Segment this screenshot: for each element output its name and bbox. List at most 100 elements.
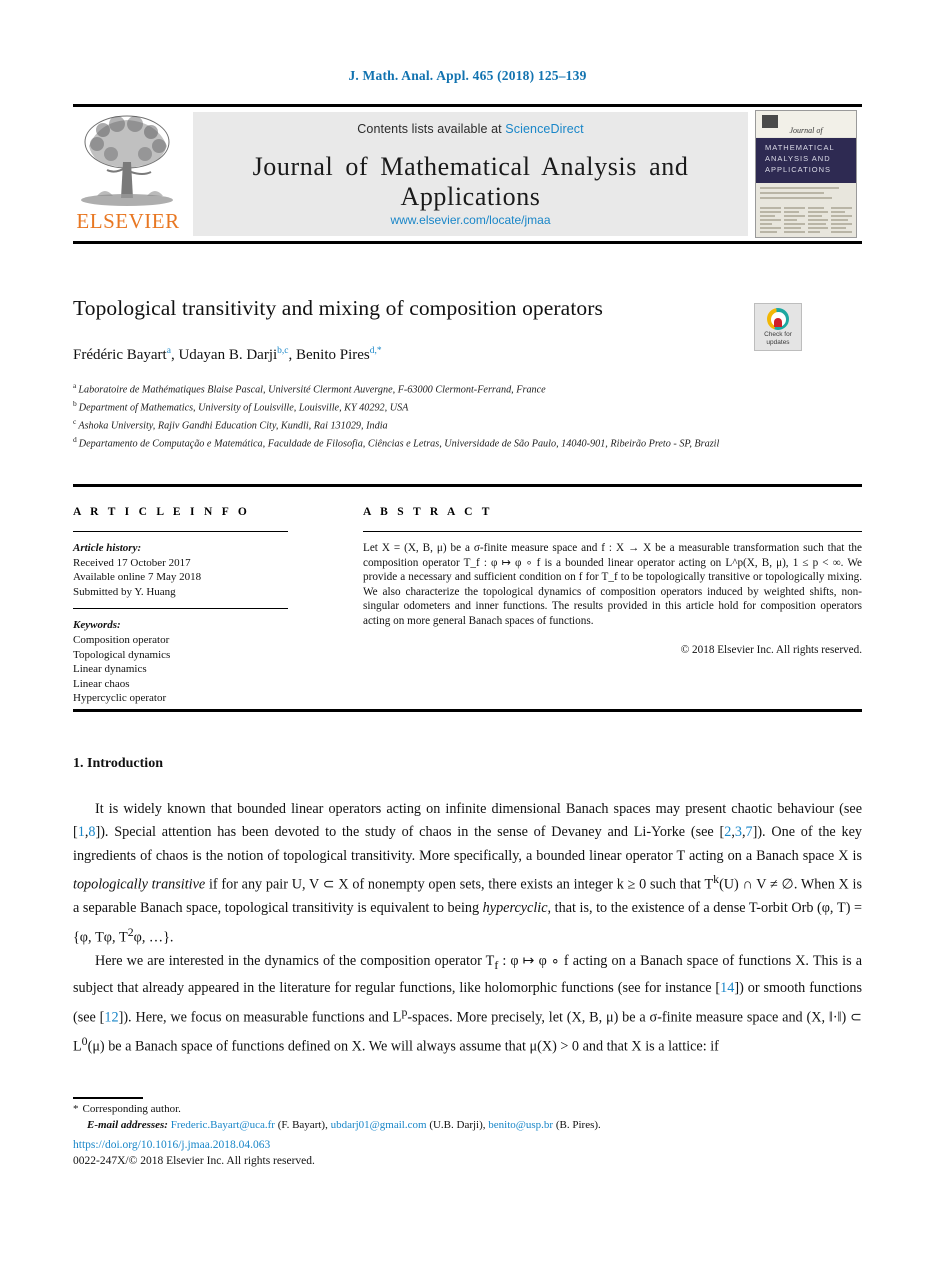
author-2-name: Udayan B. Darji xyxy=(178,347,278,363)
paragraph-1: It is widely known that bounded linear o… xyxy=(73,798,862,950)
author-2-marks[interactable]: b,c xyxy=(277,346,288,356)
running-head: J. Math. Anal. Appl. 465 (2018) 125–139 xyxy=(348,68,587,83)
p1-part-4: ]). Special attention has been devoted t… xyxy=(95,824,725,841)
cover-top: Journal of xyxy=(756,111,856,137)
abstract-rule-bottom xyxy=(73,709,862,712)
elsevier-wordmark: ELSEVIER xyxy=(76,209,180,233)
citation-ref-14[interactable]: 14 xyxy=(720,980,734,996)
section-heading-introduction: 1. Introduction xyxy=(73,756,163,771)
article-info-column: Article history: Received 17 October 201… xyxy=(73,541,288,706)
elsevier-logo: ELSEVIER xyxy=(73,110,183,238)
keywords-label: Keywords: xyxy=(73,619,121,632)
keyword-item: Topological dynamics xyxy=(73,648,171,661)
p1-emph-hypercyclic: hypercyclic xyxy=(482,900,548,917)
email-link-bayart[interactable]: Frederic.Bayart@uca.fr xyxy=(171,1119,275,1131)
author-list: Frédéric Bayarta, Udayan B. Darjib,c, Be… xyxy=(73,346,382,363)
p1-part-18: φ, …}. xyxy=(133,929,174,946)
section-body: It is widely known that bounded linear o… xyxy=(73,798,862,1059)
affiliation-item: d Departamento de Computação e Matemática… xyxy=(73,433,853,451)
email-owner-darji: (U.B. Darji) xyxy=(429,1119,483,1131)
page-title: Topological transitivity and mixing of c… xyxy=(73,296,603,320)
abstract-body: Let X = (X, B, μ) be a σ-finite measure … xyxy=(363,541,862,657)
crossmark-ring-icon xyxy=(767,308,789,330)
abstract-rule xyxy=(363,531,862,532)
contents-prefix: Contents lists available at xyxy=(357,122,506,136)
p1-emph-topologically-transitive: topologically transitive xyxy=(73,876,206,893)
crossmark-label: Check for updates xyxy=(755,331,801,347)
p1-part-12: if for any pair U, V ⊂ X of nonempty ope… xyxy=(205,876,714,893)
citation-ref-12[interactable]: 12 xyxy=(104,1009,118,1025)
article-history-item: Submitted by Y. Huang xyxy=(73,585,176,598)
footnote-rule xyxy=(73,1097,143,1099)
p2-part-0: Here we are interested in the dynamics o… xyxy=(95,952,495,969)
abstract-copyright: © 2018 Elsevier Inc. All rights reserved… xyxy=(680,643,862,656)
cover-journal-of: Journal of xyxy=(789,126,823,135)
p2-part-10: (μ) be a Banach space of functions defin… xyxy=(87,1038,719,1055)
crossmark-label-line-1: Check for xyxy=(764,331,792,338)
article-info-heading: A R T I C L E I N F O xyxy=(73,506,251,518)
article-history-item: Available online 7 May 2018 xyxy=(73,571,202,584)
affiliation-list: a Laboratoire de Mathématiques Blaise Pas… xyxy=(73,379,853,451)
keyword-item: Linear chaos xyxy=(73,677,130,690)
crossmark-red-shape xyxy=(774,317,782,327)
affiliation-label: d xyxy=(73,434,77,444)
email-owner-pires: (B. Pires) xyxy=(555,1119,599,1131)
email-link-pires[interactable]: benito@usp.br xyxy=(488,1119,553,1131)
article-history-label: Article history: xyxy=(73,542,142,554)
crossmark-inner xyxy=(770,311,786,327)
affiliation-label: b xyxy=(73,398,77,408)
citation-ref-1[interactable]: 1 xyxy=(78,824,85,840)
paper-page: J. Math. Anal. Appl. 465 (2018) 125–139 xyxy=(0,0,935,1266)
email-owner-bayart: (F. Bayart) xyxy=(277,1119,326,1131)
journal-header: ELSEVIER Contents lists available at Sci… xyxy=(73,110,862,238)
author-1: Frédéric Bayarta xyxy=(73,346,171,363)
affiliation-label: c xyxy=(73,416,77,426)
author-3: Benito Piresd,* xyxy=(296,346,382,363)
info-rule xyxy=(73,531,288,532)
paragraph-2: Here we are interested in the dynamics o… xyxy=(73,950,862,1059)
journal-url-link[interactable]: www.elsevier.com/locate/jmaa xyxy=(193,213,748,227)
affiliation-text: Department of Mathematics, University of… xyxy=(78,402,409,414)
affiliation-label: a xyxy=(73,381,77,390)
corresponding-author-note: * Corresponding author. xyxy=(73,1101,862,1117)
keyword-item: Linear dynamics xyxy=(73,663,147,676)
contents-line: Contents lists available at ScienceDirec… xyxy=(193,122,748,136)
cover-title-band: MATHEMATICAL ANALYSIS AND APPLICATIONS xyxy=(756,138,856,183)
abstract-text: Let X = (X, B, μ) be a σ-finite measure … xyxy=(363,542,862,627)
email-link-darji[interactable]: ubdarj01@gmail.com xyxy=(331,1119,427,1131)
abstract-heading: A B S T R A C T xyxy=(363,506,493,518)
email-addresses-label: E-mail addresses: xyxy=(87,1119,168,1131)
journal-cover-thumbnail: Journal of MATHEMATICAL ANALYSIS AND APP… xyxy=(755,110,857,238)
keyword-item: Composition operator xyxy=(73,633,170,646)
corresponding-author-star: * xyxy=(73,1103,79,1115)
p2-part-6: ]). Here, we focus on measurable functio… xyxy=(118,1009,402,1026)
author-1-marks[interactable]: a xyxy=(167,346,171,356)
author-2: Udayan B. Darjib,c xyxy=(178,346,288,363)
citation-ref-7[interactable]: 7 xyxy=(746,824,753,840)
cover-toc-columns xyxy=(760,207,852,237)
journal-title: Journal of Mathematical Analysis and App… xyxy=(252,152,689,211)
affiliation-text: Laboratoire de Mathématiques Blaise Pasc… xyxy=(78,384,546,396)
author-3-name: Benito Pires xyxy=(296,347,370,363)
author-3-marks[interactable]: d,* xyxy=(370,346,382,356)
sciencedirect-link[interactable]: ScienceDirect xyxy=(505,122,583,136)
abstract-rule-top xyxy=(73,484,862,487)
author-1-name: Frédéric Bayart xyxy=(73,347,167,363)
affiliation-text: Ashoka University, Rajiv Gandhi Educatio… xyxy=(78,420,388,432)
cover-band-line-1: MATHEMATICAL xyxy=(765,143,835,152)
article-history-item: Received 17 October 2017 xyxy=(73,556,191,569)
cover-band-line-2: ANALYSIS AND xyxy=(765,154,831,163)
crossmark-badge[interactable]: Check for updates xyxy=(754,303,802,351)
affiliation-text: Departamento de Computação e Matemática,… xyxy=(78,438,720,450)
header-rule-top xyxy=(73,104,862,107)
cover-band-line-3: APPLICATIONS xyxy=(765,165,832,174)
citation-ref-3[interactable]: 3 xyxy=(735,824,742,840)
affiliation-item: c Ashoka University, Rajiv Gandhi Educati… xyxy=(73,415,853,433)
elsevier-tree-icon xyxy=(81,115,173,206)
issn-copyright-line: 0022-247X/© 2018 Elsevier Inc. All right… xyxy=(73,1155,315,1167)
corresponding-author-text: Corresponding author. xyxy=(82,1103,181,1115)
doi-link[interactable]: https://doi.org/10.1016/j.jmaa.2018.04.0… xyxy=(73,1139,270,1151)
keyword-item: Hypercyclic operator xyxy=(73,692,167,705)
journal-banner: Contents lists available at ScienceDirec… xyxy=(193,112,748,236)
keywords-block: Keywords: Composition operator Topologic… xyxy=(73,618,288,706)
